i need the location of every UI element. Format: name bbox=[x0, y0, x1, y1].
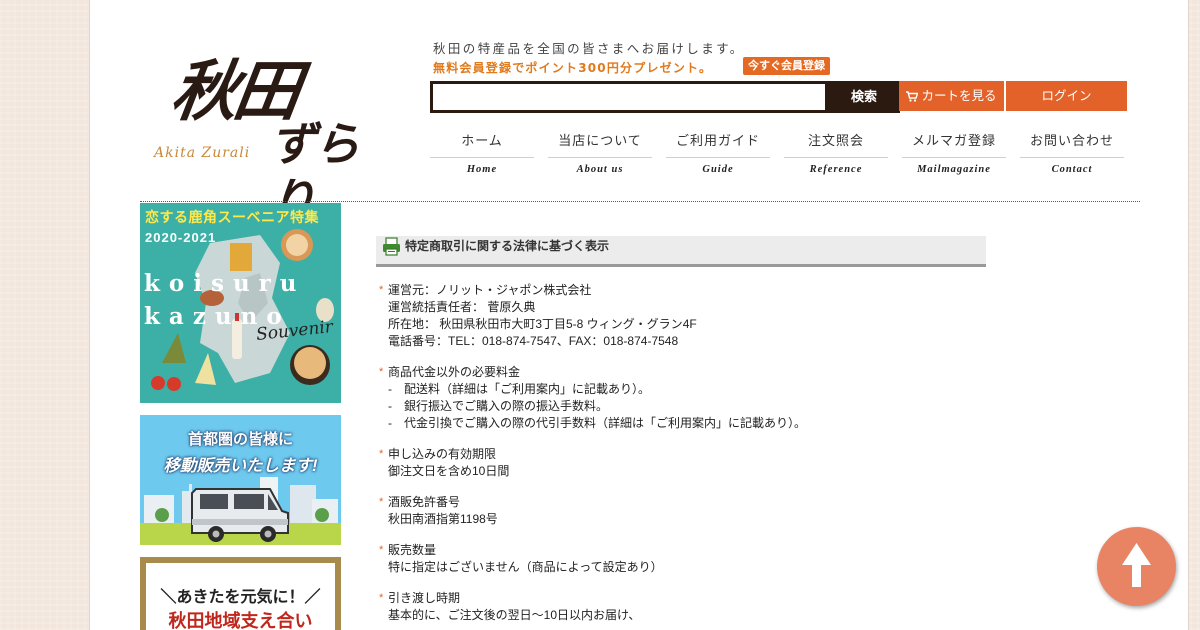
info-block: 販売数量特に指定はございません（商品によって設定あり） bbox=[379, 542, 979, 576]
promo-text[interactable]: 無料会員登録でポイント300円分プレゼント。 bbox=[433, 59, 712, 76]
nav-item-guide[interactable]: ご利用ガイド Guide bbox=[666, 128, 770, 180]
arrow-up-icon bbox=[1122, 543, 1151, 587]
nav-label-en: Home bbox=[466, 164, 498, 175]
section-header: 特定商取引に関する法律に基づく表示 bbox=[376, 236, 986, 267]
info-heading: 酒販免許番号 bbox=[379, 494, 979, 511]
register-now-button[interactable]: 今すぐ会員登録 bbox=[743, 57, 830, 75]
info-block: 引き渡し時期基本的に、ご注文後の翌日～10日以内お届け、 bbox=[379, 590, 979, 624]
info-heading: 引き渡し時期 bbox=[379, 590, 979, 607]
legal-info-list: 運営元：ノリット・ジャポン株式会社運営統括責任者： 菅原久典所在地： 秋田県秋田… bbox=[379, 282, 979, 630]
nav-label-en: Mailmagazine bbox=[917, 164, 991, 175]
nav-label-jp: ホーム bbox=[430, 128, 534, 158]
souvenir-banner[interactable]: 恋する鹿角スーベニア特集 2020-2021 koisuru kazuno So… bbox=[140, 203, 341, 403]
nav-label-jp: ご利用ガイド bbox=[666, 128, 770, 158]
nav-label-jp: 当店について bbox=[548, 128, 652, 158]
tagline: 秋田の特産品を全国の皆さまへお届けします。 bbox=[433, 41, 745, 56]
banner-inner: ＼あきたを元気に！／ 秋田地域支え合い bbox=[146, 563, 335, 630]
mobile-sales-banner[interactable]: 首都圏の皆様に 移動販売いたします! bbox=[140, 415, 341, 545]
info-heading: 商品代金以外の必要料金 bbox=[379, 364, 979, 381]
info-block: 運営元：ノリット・ジャポン株式会社運営統括責任者： 菅原久典所在地： 秋田県秋田… bbox=[379, 282, 979, 350]
info-heading: 販売数量 bbox=[379, 542, 979, 559]
info-line: 配送料（詳細は「ご利用案内」に記載あり）。 bbox=[379, 381, 979, 398]
info-line: 電話番号：TEL：018-874-7547、FAX：018-874-7548 bbox=[388, 334, 679, 348]
info-line: 御注文日を含め10日間 bbox=[388, 464, 510, 478]
nav-item-reference[interactable]: 注文照会 Reference bbox=[784, 128, 888, 180]
info-block: 申し込みの有効期限御注文日を含め10日間 bbox=[379, 446, 979, 480]
logo-roman: Akita Zurali bbox=[154, 145, 251, 161]
login-button[interactable]: ログイン bbox=[1006, 81, 1127, 111]
info-line: 所在地： 秋田県秋田市大町3丁目5-8 ウィング・グラン4F bbox=[388, 317, 697, 331]
banner-roman-line1: koisuru bbox=[144, 270, 306, 297]
info-line: 特に指定はございません（商品によって設定あり） bbox=[388, 560, 663, 574]
nav-item-mailmagazine[interactable]: メルマガ登録 Mailmagazine bbox=[902, 128, 1006, 180]
view-cart-button[interactable]: カートを見る bbox=[899, 81, 1005, 111]
banner-year: 2020-2021 bbox=[145, 230, 217, 245]
info-block: 商品代金以外の必要料金配送料（詳細は「ご利用案内」に記載あり）。銀行振込でご購入… bbox=[379, 364, 979, 432]
search-input[interactable] bbox=[430, 81, 828, 113]
header-divider bbox=[140, 201, 1140, 202]
info-block: 酒販免許番号秋田南酒指第1198号 bbox=[379, 494, 979, 528]
banner-line2: 秋田地域支え合い bbox=[168, 611, 313, 630]
nav-label-jp: お問い合わせ bbox=[1020, 128, 1124, 158]
global-nav: ホーム Home 当店について About us ご利用ガイド Guide 注文… bbox=[430, 128, 1124, 180]
banner-line1: ＼あきたを元気に！／ bbox=[160, 589, 321, 606]
nav-label-jp: メルマガ登録 bbox=[902, 128, 1006, 158]
site-logo[interactable]: 秋田 ずらり Akita Zurali bbox=[150, 52, 395, 227]
info-line: 銀行振込でご購入の際の振込手数料。 bbox=[379, 398, 979, 415]
regional-support-banner[interactable]: ＼あきたを元気に！／ 秋田地域支え合い bbox=[140, 557, 341, 630]
info-line: 運営統括責任者： 菅原久典 bbox=[388, 300, 536, 314]
banner-title: 恋する鹿角スーベニア特集 bbox=[145, 209, 319, 225]
cart-icon bbox=[906, 91, 919, 102]
nav-label-en: Guide bbox=[702, 164, 734, 175]
info-heading: 運営元：ノリット・ジャポン株式会社 bbox=[379, 282, 979, 299]
info-heading: 申し込みの有効期限 bbox=[379, 446, 979, 463]
info-line: 秋田南酒指第1198号 bbox=[388, 512, 498, 526]
back-to-top-button[interactable] bbox=[1097, 527, 1176, 606]
search-button[interactable]: 検索 bbox=[828, 81, 900, 113]
page: 秋田 ずらり Akita Zurali 秋田の特産品を全国の皆さまへお届けします… bbox=[89, 0, 1189, 630]
nav-item-contact[interactable]: お問い合わせ Contact bbox=[1020, 128, 1124, 180]
info-line: 基本的に、ご注文後の翌日～10日以内お届け、 bbox=[388, 608, 641, 622]
nav-label-en: About us bbox=[576, 164, 624, 175]
printer-icon bbox=[383, 237, 400, 256]
nav-item-home[interactable]: ホーム Home bbox=[430, 128, 534, 180]
nav-label-jp: 注文照会 bbox=[784, 128, 888, 158]
info-line: 代金引換でご購入の際の代引手数料（詳細は「ご利用案内」に記載あり）。 bbox=[379, 415, 979, 432]
banner-line1: 首都圏の皆様に bbox=[187, 431, 293, 448]
section-title: 特定商取引に関する法律に基づく表示 bbox=[405, 239, 610, 253]
nav-item-about[interactable]: 当店について About us bbox=[548, 128, 652, 180]
nav-label-en: Contact bbox=[1051, 164, 1093, 175]
banner-line2: 移動販売いたします! bbox=[163, 457, 318, 475]
nav-label-en: Reference bbox=[809, 164, 863, 175]
cart-button-label: カートを見る bbox=[921, 89, 997, 103]
